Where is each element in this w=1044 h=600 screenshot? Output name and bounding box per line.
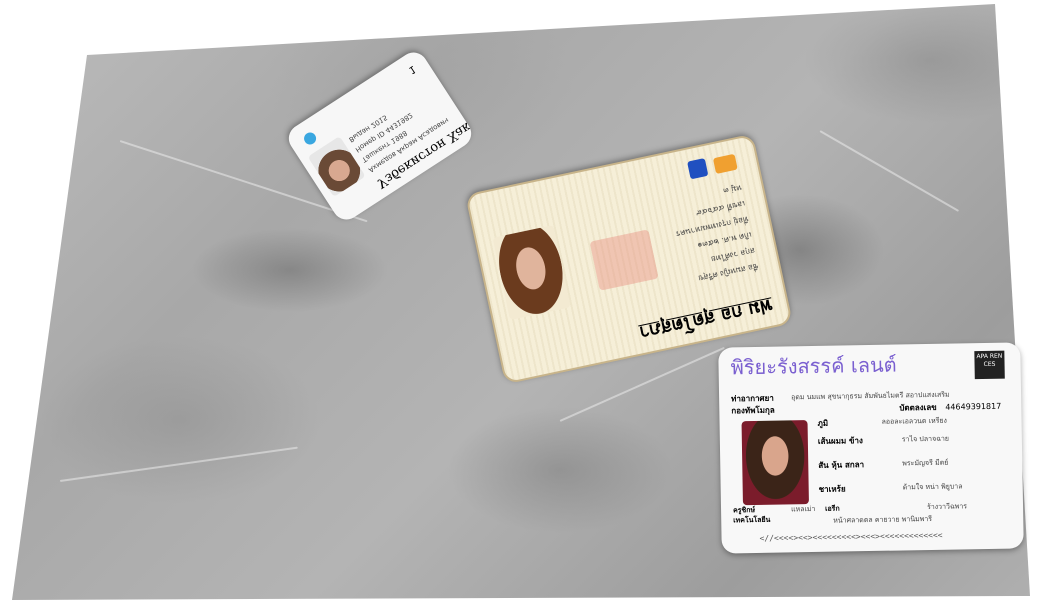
portrait-photo [741,420,809,506]
row-value: 44649391817 [945,401,1002,412]
blue-chip-icon [687,158,709,180]
row-label: ชาเหร้ย [818,484,846,494]
row-label: บัตตลงเลข [899,402,937,413]
footer-value: ร้างวาวีฉพาร [926,502,968,512]
row-value: อุดม นมแพ สุขนากุธรม สัมพันธไมตรี สอาปแส… [791,390,950,402]
card-title: พิริยะรังสรรค์ เลนต์ [730,352,897,380]
mrz-line: <//<<<<><<><<<<<<<<<><<<><<<<<<<<<<<<< [759,530,943,543]
id-card-bottom-right: พิริยะรังสรรค์ เลนต์ APA REN CES ท่าอากา… [718,342,1024,554]
label: กองทัพโมกุล [731,405,775,416]
footer-value: เอรีก [824,504,840,513]
logo: APA REN CES [974,350,1005,380]
row-label: ภูมิ [817,418,829,428]
row-label: สัน หุ้น สกลา [818,460,865,470]
card-number: 1 [406,62,418,76]
row-value: ลออละเอลวนต เหรียง [881,416,948,426]
label: ท่าอากาศยา [731,393,774,404]
footer-label: เทคโนโลยีน [733,515,771,525]
footer-value: หน้าศลาดตล คายวาย พานิมพารี [833,514,933,525]
row-value: ราไจ ปลาจฉาย [901,434,950,444]
row-value: พระมัญจรี มีตย์ [902,458,949,468]
row-value: ด้ามใจ หน่า พิยูบาล [902,482,963,492]
row-label: เส้นผมม ข้าง [817,436,863,446]
footer-label: ครูชิกษ์ [732,506,756,515]
blue-seal-icon [301,130,319,147]
footer-value: แหลเม่า [790,504,816,514]
